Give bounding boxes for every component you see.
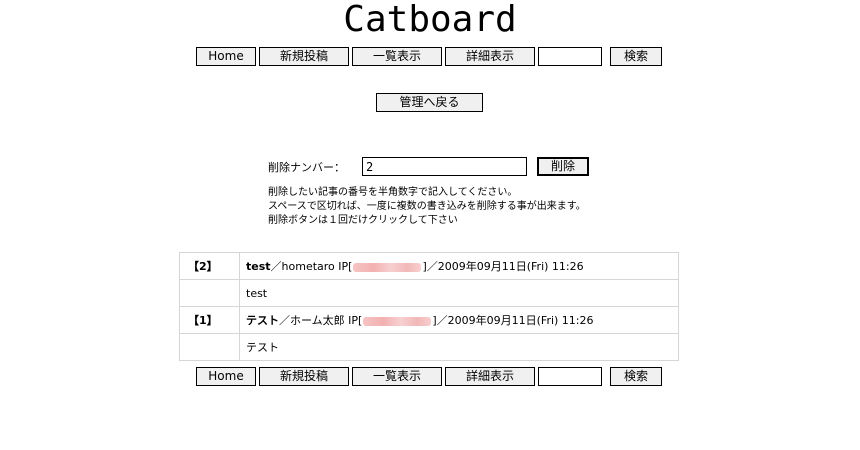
delete-number-label: 削除ナンバー：: [268, 161, 345, 174]
post-body: test: [239, 279, 679, 307]
post-body-spacer: [179, 279, 240, 307]
post-body: テスト: [239, 333, 679, 361]
post-meta: テスト／ホーム太郎 IP[ ]／2009年09月11日(Fri) 11:26: [239, 306, 679, 334]
delete-note-2: スペースで区切れば、一度に複数の書き込みを削除する事が出来ます。: [268, 201, 586, 212]
post-header-row: 【2】 test／hometaro IP[ ]／2009年09月11日(Fri) …: [179, 252, 679, 280]
new-post-button[interactable]: 新規投稿: [259, 367, 349, 386]
detail-view-button[interactable]: 詳細表示: [445, 47, 535, 66]
delete-number-input[interactable]: [362, 157, 527, 176]
post-body-row: テスト: [179, 333, 679, 361]
new-post-button[interactable]: 新規投稿: [259, 47, 349, 66]
post-body-spacer: [179, 333, 240, 361]
home-button[interactable]: Home: [196, 47, 256, 66]
list-view-button[interactable]: 一覧表示: [352, 47, 442, 66]
post-date: ]／2009年09月11日(Fri) 11:26: [432, 314, 594, 327]
post-header-row: 【1】 テスト／ホーム太郎 IP[ ]／2009年09月11日(Fri) 11:2…: [179, 306, 679, 334]
post-meta: test／hometaro IP[ ]／2009年09月11日(Fri) 11:2…: [239, 252, 679, 280]
delete-note-1: 削除したい記事の番号を半角数字で記入してください。: [268, 187, 518, 198]
search-button[interactable]: 検索: [610, 47, 662, 66]
home-button[interactable]: Home: [196, 367, 256, 386]
delete-note-3: 削除ボタンは１回だけクリックして下さい: [268, 215, 458, 226]
detail-view-button[interactable]: 詳細表示: [445, 367, 535, 386]
post-body-row: test: [179, 279, 679, 307]
delete-button[interactable]: 削除: [537, 157, 589, 176]
post-author: ／hometaro IP[: [270, 260, 353, 273]
post-number: 【2】: [179, 252, 240, 280]
redacted-ip: [353, 262, 422, 272]
post-author: ／ホーム太郎 IP[: [279, 314, 363, 327]
page-title: Catboard: [343, 0, 517, 40]
post-date: ]／2009年09月11日(Fri) 11:26: [422, 260, 584, 273]
post-subject: test: [246, 260, 271, 273]
search-input[interactable]: [538, 367, 602, 386]
list-view-button[interactable]: 一覧表示: [352, 367, 442, 386]
post-subject: テスト: [246, 314, 279, 327]
post-number: 【1】: [179, 306, 240, 334]
search-input[interactable]: [538, 47, 602, 66]
redacted-ip: [363, 316, 432, 326]
search-button[interactable]: 検索: [610, 367, 662, 386]
back-to-admin-button[interactable]: 管理へ戻る: [376, 93, 483, 112]
posts-table: 【2】 test／hometaro IP[]／2009年09月11日(Fri) …: [179, 252, 679, 361]
